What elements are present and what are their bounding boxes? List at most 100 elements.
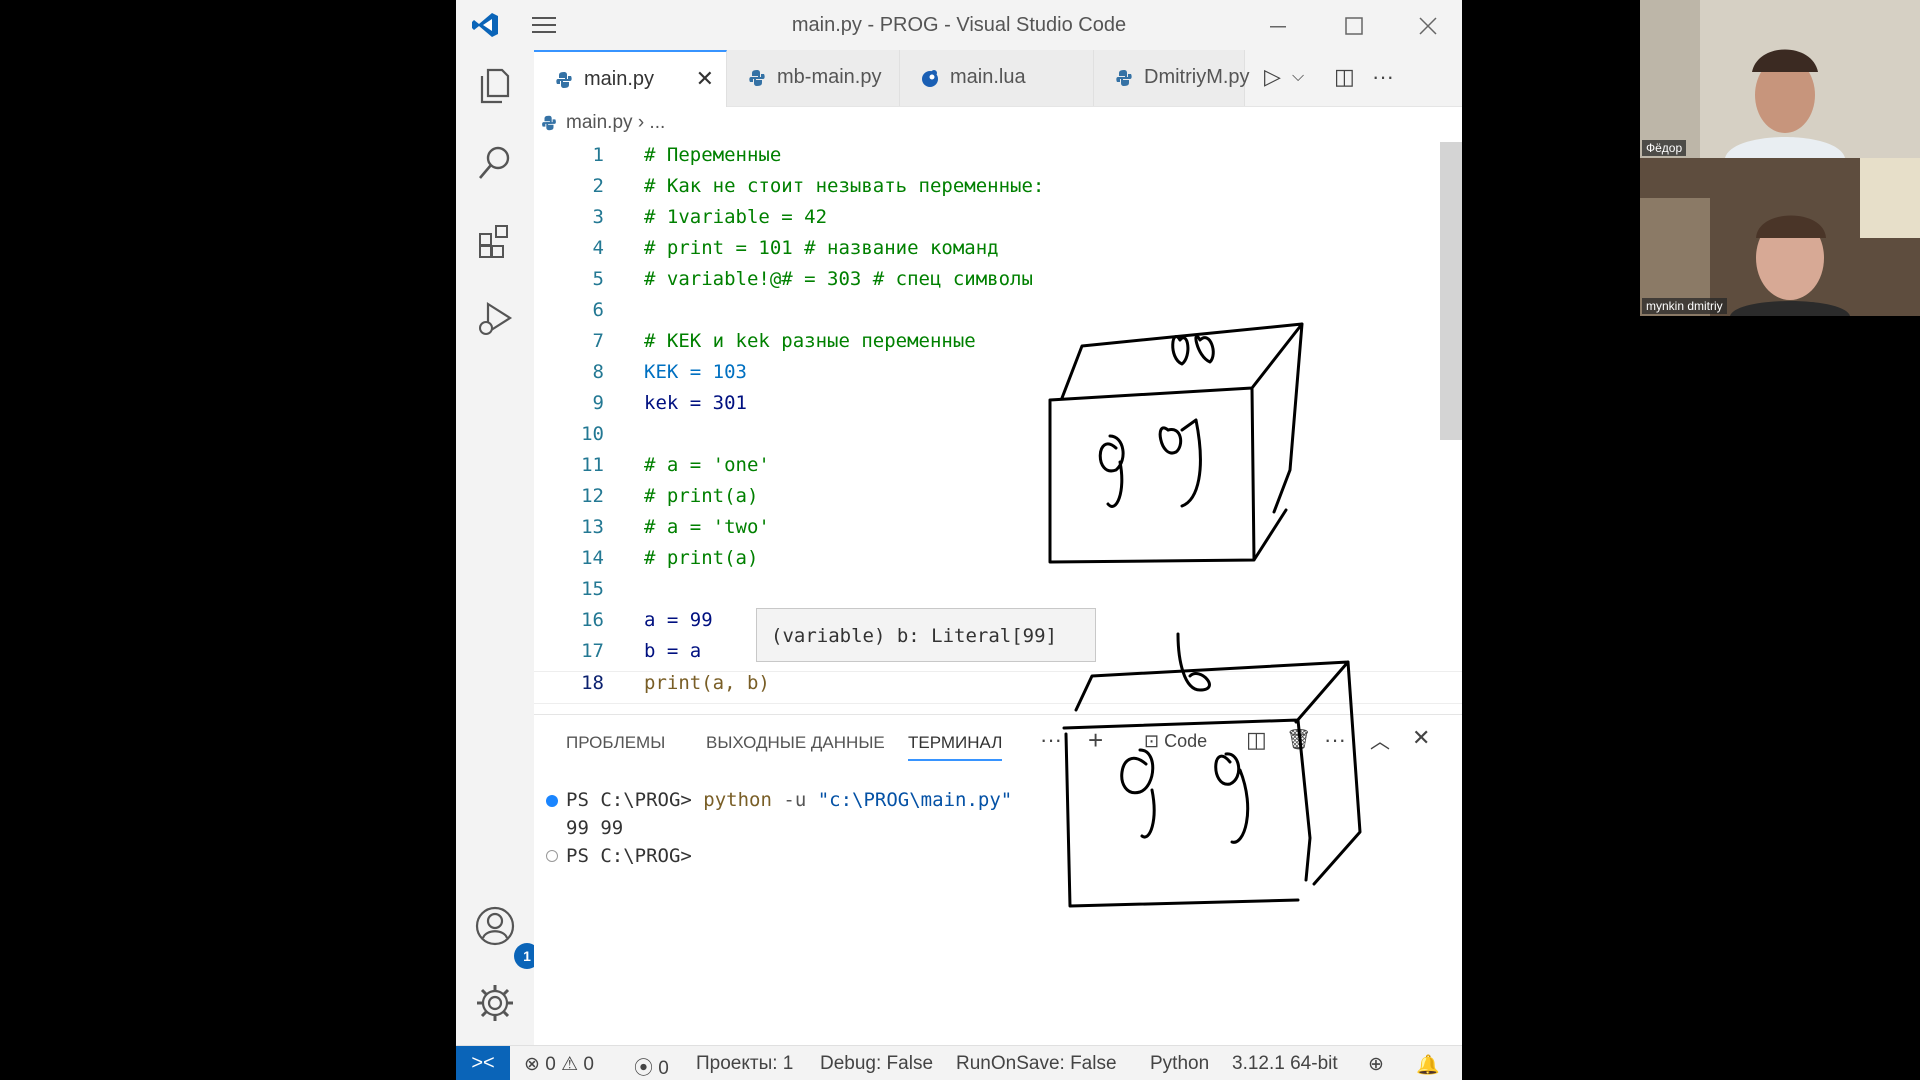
debug-status[interactable]: Debug: False [820, 1053, 933, 1075]
activity-bar: 1 [456, 50, 540, 1045]
remote-indicator-icon[interactable]: >< [456, 1046, 510, 1080]
trash-icon[interactable]: 🗑 [1286, 727, 1311, 752]
code-text: print(a, b) [644, 672, 770, 694]
warning-count: 0 [583, 1054, 594, 1075]
split-terminal-icon[interactable]: ◫ [1246, 727, 1267, 753]
run-file-icon[interactable]: ▷ [1264, 64, 1281, 90]
code-line: 14 # print(a) [534, 547, 1434, 578]
participant-avatar [1640, 158, 1920, 316]
line-number: 12 [581, 485, 604, 507]
breadcrumb-rest[interactable]: ... [649, 112, 665, 133]
terminal-output: 99 99 [566, 817, 624, 839]
terminal-command: python [703, 789, 772, 811]
code-text: # Как не стоит незывать переменные: [644, 175, 1045, 197]
problems-status[interactable]: ⊗ 0 ⚠ 0 [524, 1053, 594, 1076]
line-number: 4 [592, 237, 604, 259]
line-number: 1 [592, 144, 604, 166]
code-line: 6 [534, 299, 1434, 330]
editor-scrollbar[interactable] [1440, 142, 1462, 440]
projects-status[interactable]: Проекты: 1 [696, 1053, 793, 1075]
explorer-icon[interactable] [474, 64, 516, 106]
participant-video-1[interactable]: Фёдор [1640, 0, 1920, 158]
code-line: 2 # Как не стоит незывать переменные: [534, 175, 1434, 206]
code-text: b = a [644, 640, 702, 662]
tab-main-lua[interactable]: main.lua [900, 50, 1094, 106]
participant-video-2[interactable]: mynkin dmitriy [1640, 158, 1920, 316]
extensions-icon[interactable] [474, 220, 516, 262]
broadcast-icon: ⦿ [634, 1058, 659, 1079]
code-text: # 1variable = 42 [644, 206, 828, 228]
code-line: 9 kek = 301 [534, 392, 1434, 423]
chevron-down-icon[interactable]: ⌵ [1292, 68, 1304, 86]
more-actions-icon[interactable]: ··· [1372, 64, 1394, 90]
maximize-icon[interactable] [1340, 12, 1368, 40]
minimize-icon[interactable] [1264, 12, 1292, 40]
line-number: 10 [581, 423, 604, 445]
bell-icon[interactable]: 🔔 [1416, 1053, 1440, 1077]
code-line: 7 # KEK и kek разные переменные [534, 330, 1434, 361]
terminal-args: -u [783, 789, 807, 811]
line-number: 14 [581, 547, 604, 569]
tab-problems[interactable]: ПРОБЛЕМЫ [566, 733, 665, 753]
vscode-window: main.py - PROG - Visual Studio Code 1 ma… [456, 0, 1462, 1080]
close-tab-icon[interactable]: ✕ [696, 66, 714, 92]
line-number: 3 [592, 206, 604, 228]
tab-mb-main-py[interactable]: mb-main.py [727, 50, 900, 106]
code-text: # a = 'one' [644, 454, 770, 476]
code-line-current: 18 print(a, b) [534, 671, 1462, 704]
code-line: 4 # print = 101 # название команд [534, 237, 1434, 268]
code-text: # print(a) [644, 485, 759, 507]
ports-status[interactable]: ⦿ 0 [634, 1053, 669, 1080]
runonsave-status[interactable]: RunOnSave: False [956, 1053, 1117, 1075]
search-icon[interactable] [474, 142, 516, 184]
more-actions-icon[interactable]: ··· [1324, 727, 1346, 753]
ports-count: 0 [658, 1058, 669, 1079]
editor-tabs: main.py ✕ mb-main.py main.lua DmitriyM.p… [534, 50, 1462, 107]
gear-icon[interactable] [474, 982, 516, 1024]
tab-label: main.lua [950, 66, 1026, 88]
hover-tooltip: (variable) b: Literal[99] [756, 608, 1096, 662]
line-number: 15 [581, 578, 604, 600]
code-line: 13 # a = 'two' [534, 516, 1434, 547]
code-text: # a = 'two' [644, 516, 770, 538]
code-line: 11 # a = 'one' [534, 454, 1434, 485]
command-success-icon [546, 795, 558, 807]
tab-label: main.py [584, 68, 655, 90]
code-text: # Переменные [644, 144, 782, 166]
maximize-panel-icon[interactable]: ︿ [1370, 725, 1390, 754]
code-text: kek = 301 [644, 392, 747, 414]
line-number: 7 [592, 330, 604, 352]
status-bar: >< ⊗ 0 ⚠ 0 ⦿ 0 Проекты: 1 Debug: False R… [456, 1045, 1462, 1080]
close-panel-icon[interactable]: ✕ [1412, 725, 1430, 751]
copilot-icon[interactable]: ⊕ [1368, 1053, 1384, 1076]
code-text: # variable!@# = 303 # спец символы [644, 268, 1033, 290]
close-window-icon[interactable] [1414, 12, 1442, 40]
tab-label: DmitriyM.py [1144, 66, 1250, 88]
split-editor-icon[interactable]: ◫ [1334, 64, 1355, 90]
breadcrumb-file[interactable]: main.py [566, 112, 633, 133]
line-number: 9 [592, 392, 604, 414]
line-number: 5 [592, 268, 604, 290]
code-text: a = 99 [644, 609, 713, 631]
error-icon: ⊗ [524, 1054, 546, 1075]
tab-terminal[interactable]: ТЕРМИНАЛ [908, 733, 1003, 761]
bottom-panel: ПРОБЛЕМЫ ВЫХОДНЫЕ ДАННЫЕ ТЕРМИНАЛ ··· + … [534, 714, 1462, 1045]
tab-output[interactable]: ВЫХОДНЫЕ ДАННЫЕ [706, 733, 885, 753]
line-number: 2 [592, 175, 604, 197]
run-debug-icon[interactable] [474, 298, 516, 340]
tab-dmitriym-py[interactable]: DmitriyM.py [1094, 50, 1250, 106]
lua-icon [922, 70, 938, 87]
new-terminal-icon[interactable]: + [1088, 725, 1103, 756]
terminal-prompt-2[interactable]: PS C:\PROG> [566, 845, 692, 867]
terminal-profile[interactable]: ⊡ Code [1144, 731, 1207, 752]
code-line: 1 # Переменные [534, 144, 1434, 175]
code-text: KEK = 103 [644, 361, 747, 383]
language-mode[interactable]: Python [1150, 1053, 1209, 1075]
tab-main-py[interactable]: main.py ✕ [534, 50, 727, 107]
code-line: 3 # 1variable = 42 [534, 206, 1434, 237]
accounts-button[interactable]: 1 [474, 905, 540, 969]
more-icon[interactable]: ··· [1040, 727, 1062, 753]
account-icon [475, 906, 515, 946]
interpreter-status[interactable]: 3.12.1 64-bit [1232, 1053, 1338, 1075]
breadcrumb: main.py › ... [542, 112, 665, 134]
